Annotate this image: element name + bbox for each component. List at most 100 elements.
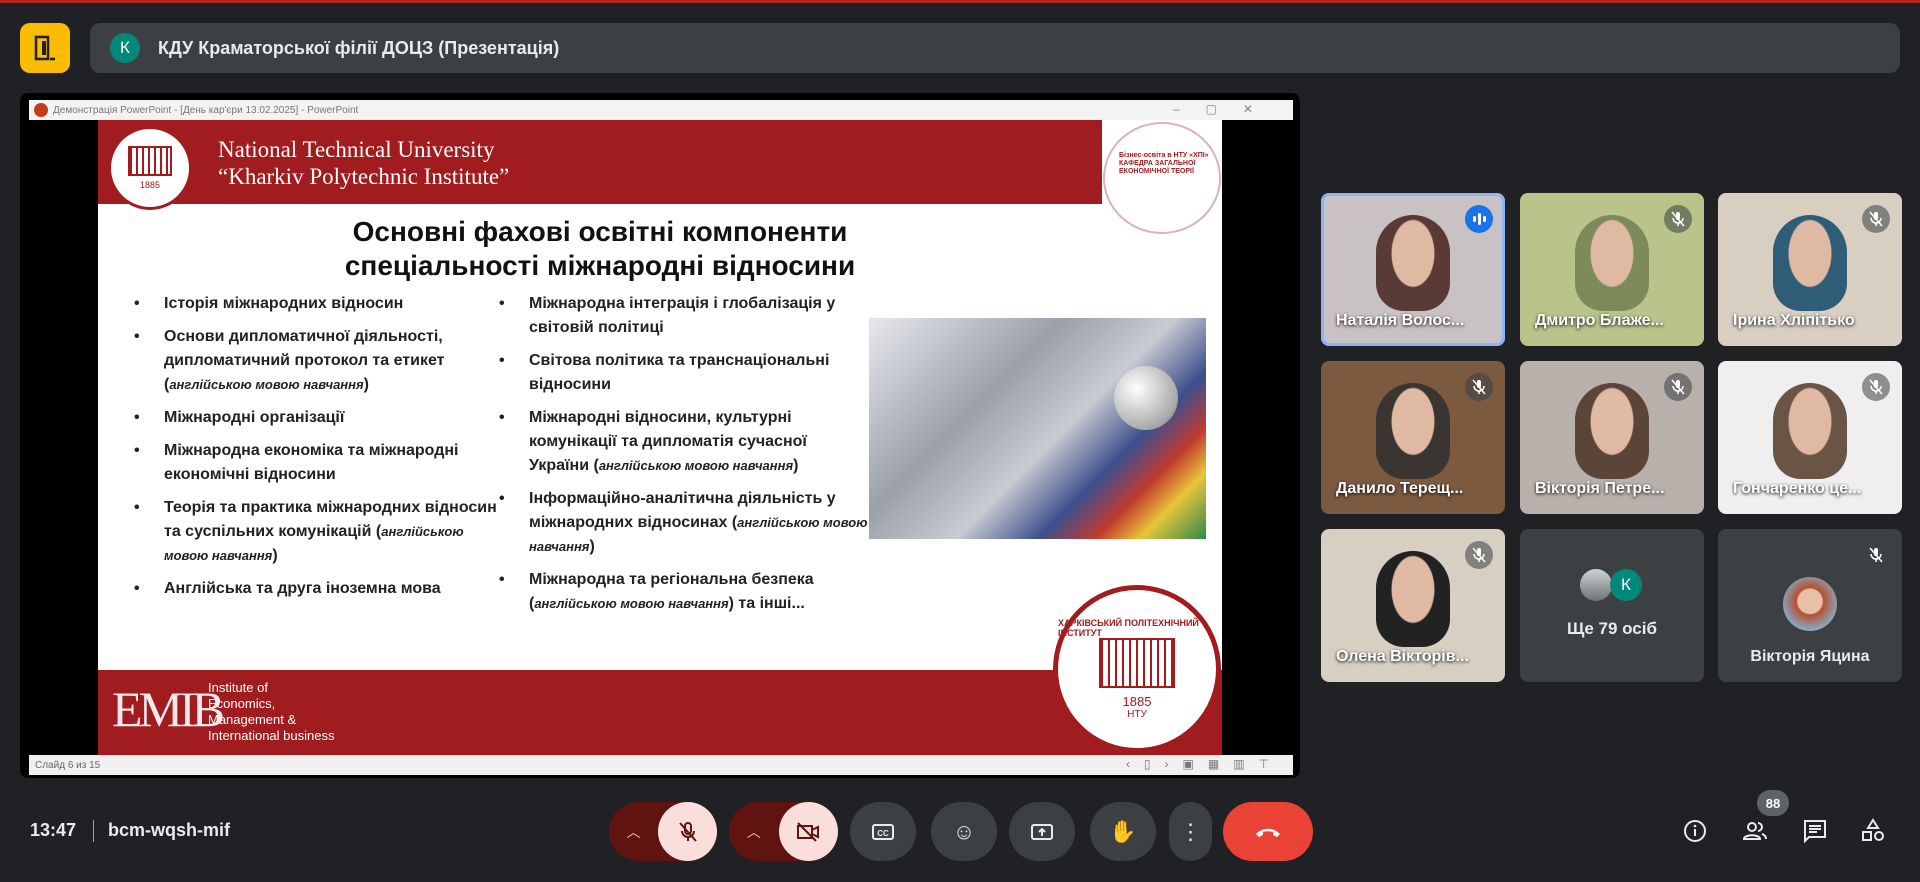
- recording-indicator-line: [0, 0, 1920, 3]
- course-suffix: та інші...: [733, 595, 805, 612]
- university-line2: “Kharkiv Polytechnic Institute”: [218, 164, 510, 189]
- more-options-button[interactable]: ⋮: [1169, 802, 1212, 861]
- course-item: Теорія та практика міжнародних відносин …: [134, 496, 504, 568]
- mic-off-icon: [1472, 547, 1486, 563]
- video-options-chevron-up-icon[interactable]: ︿: [729, 822, 779, 842]
- divider: [93, 820, 94, 842]
- course-item: Міжнародна економіка та міжнародні еконо…: [134, 439, 504, 487]
- mic-off-icon: [1869, 379, 1883, 395]
- course-name: Англійська та друга іноземна мова: [164, 580, 441, 597]
- powerpoint-titlebar: Демонстрація PowerPoint - [День кар'єри …: [29, 100, 1293, 120]
- participant-tile[interactable]: Олена Вікторів...: [1321, 529, 1505, 682]
- course-name: Основи дипломатичної діяльності, диплома…: [164, 328, 445, 369]
- mic-control-group: ︿: [609, 802, 717, 861]
- speaking-indicator-icon: [1465, 205, 1493, 233]
- mic-off-icon: [678, 821, 697, 842]
- mic-off-button[interactable]: [658, 802, 717, 861]
- title-line1: Основні фахові освітні компоненти: [352, 216, 848, 247]
- emoji-icon: ☺: [952, 818, 976, 844]
- crest-year: 1885: [139, 180, 161, 190]
- institute-line: Management &: [208, 712, 297, 727]
- meeting-title-bar[interactable]: К КДУ Краматорської філії ДОЦЗ (Презента…: [90, 23, 1900, 73]
- course-item: Міжнародна та регіональна безпека (англі…: [499, 568, 869, 616]
- university-name: National Technical University “Kharkiv P…: [218, 136, 509, 190]
- participant-video: [1773, 383, 1847, 479]
- participant-tile[interactable]: Дмитро Блаже...: [1520, 193, 1704, 346]
- muted-indicator: [1465, 373, 1493, 401]
- institute-line: Economics,: [208, 696, 276, 711]
- more-vert-icon: ⋮: [1179, 818, 1202, 844]
- muted-indicator: [1664, 373, 1692, 401]
- participant-video: [1376, 383, 1450, 479]
- present-button[interactable]: [1009, 802, 1075, 861]
- door-icon: [34, 35, 55, 61]
- department-logo-text: Бізнес-освіта в НТУ «ХПІ» КАФЕДРА ЗАГАЛЬ…: [1119, 152, 1209, 175]
- participant-tile[interactable]: Гончаренко це...: [1718, 361, 1902, 514]
- course-item: Міжнародні відносини, культурні комуніка…: [499, 406, 869, 478]
- mic-off-icon: [1869, 547, 1883, 563]
- more-participants-tile[interactable]: К Ще 79 осіб: [1520, 529, 1704, 682]
- course-item: Основи дипломатичної діяльності, диплома…: [134, 325, 504, 397]
- university-seal: ХАРКІВСЬКИЙ ПОЛІТЕХНІЧНИЙ ІНСТИТУТ 1885 …: [1053, 585, 1221, 753]
- hand-icon: ✋: [1109, 818, 1137, 844]
- presentation-view: Демонстрація PowerPoint - [День кар'єри …: [20, 93, 1300, 778]
- clock: 13:47: [30, 820, 77, 840]
- participant-name: Наталія Волос...: [1336, 312, 1465, 329]
- participant-tile[interactable]: Вікторія Петре...: [1520, 361, 1704, 514]
- chat-icon: [1804, 820, 1826, 844]
- participant-tile[interactable]: Данило Терещ...: [1321, 361, 1505, 514]
- institute-line: Institute of: [208, 680, 268, 695]
- participant-tile[interactable]: Наталія Волос...: [1321, 193, 1505, 346]
- course-name: Світова політика та транснаціональні від…: [529, 352, 830, 393]
- left-course-list: Історія міжнародних відносин Основи дипл…: [134, 292, 504, 610]
- view-buttons[interactable]: ‹▯›▣▦▥⊤: [1126, 757, 1283, 771]
- handshake-image: [869, 318, 1206, 539]
- course-note: англійською мовою навчання: [534, 596, 729, 611]
- meeting-code: bcm-wqsh-mif: [108, 820, 231, 840]
- participant-tile[interactable]: Вікторія Яцина: [1718, 529, 1902, 682]
- avatar: [1580, 569, 1612, 601]
- emoji-button[interactable]: ☺: [931, 802, 997, 861]
- window-controls: –▢✕: [1172, 102, 1279, 116]
- course-note: англійською мовою навчання: [169, 377, 364, 392]
- participants-count-badge: 88: [1757, 790, 1789, 816]
- participant-name: Дмитро Блаже...: [1535, 312, 1664, 329]
- course-item: Міжнародна інтеграція і глобалізація у с…: [499, 292, 869, 340]
- camera-control-group: ︿: [729, 802, 838, 861]
- participant-name: Олена Вікторів...: [1336, 648, 1469, 665]
- participant-video: [1575, 383, 1649, 479]
- mic-off-icon: [1869, 211, 1883, 227]
- meeting-title: КДУ Краматорської філії ДОЦЗ (Презентаці…: [158, 37, 560, 58]
- participant-tile[interactable]: Ірина Хліпітько: [1718, 193, 1902, 346]
- participant-video: [1773, 215, 1847, 311]
- institute-name: Institute of Economics, Management & Int…: [208, 680, 334, 744]
- mic-off-icon: [1671, 379, 1685, 395]
- participant-video: [1376, 551, 1450, 647]
- people-button[interactable]: [1740, 816, 1770, 846]
- mic-off-icon: [1671, 211, 1685, 227]
- activities-button[interactable]: [1858, 816, 1888, 846]
- leave-call-button[interactable]: [1223, 802, 1313, 861]
- avatar: К: [1610, 569, 1642, 601]
- captions-button[interactable]: CC: [850, 802, 916, 861]
- right-course-list: Міжнародна інтеграція і глобалізація у с…: [499, 292, 869, 625]
- university-line1: National Technical University: [218, 137, 495, 162]
- course-name: Міжнародні організації: [164, 409, 345, 426]
- department-logo: Бізнес-освіта в НТУ «ХПІ» КАФЕДРА ЗАГАЛЬ…: [1103, 122, 1221, 234]
- camera-off-button[interactable]: [778, 802, 838, 861]
- audio-options-chevron-up-icon[interactable]: ︿: [609, 822, 658, 842]
- muted-indicator: [1465, 541, 1493, 569]
- course-item: Історія міжнародних відносин: [134, 292, 504, 316]
- course-name: Міжнародна економіка та міжнародні еконо…: [164, 442, 459, 483]
- phone-hangup-icon: [1256, 828, 1280, 837]
- course-item: Англійська та друга іноземна мова: [134, 577, 504, 601]
- participant-video: [1575, 215, 1649, 311]
- course-name: Історія міжнародних відносин: [164, 295, 404, 312]
- powerpoint-statusbar: Слайд 6 из 15 ‹▯›▣▦▥⊤: [29, 755, 1293, 775]
- meeting-info-button[interactable]: [1680, 816, 1710, 846]
- meet-logo[interactable]: [20, 23, 70, 73]
- seal-abbr: НТУ: [1127, 709, 1147, 720]
- avatar: К: [110, 33, 140, 63]
- chat-button[interactable]: [1800, 816, 1830, 846]
- raise-hand-button[interactable]: ✋: [1090, 802, 1156, 861]
